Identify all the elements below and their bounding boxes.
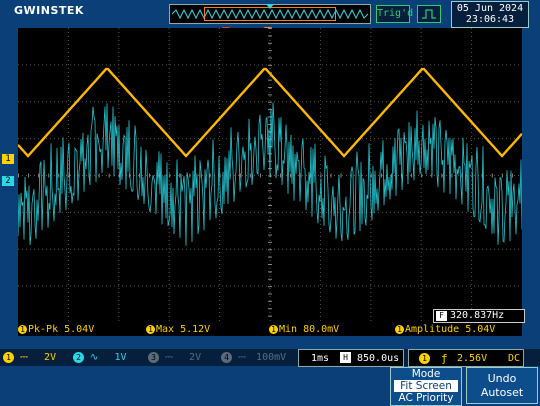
horizontal-position-icon: H bbox=[340, 352, 351, 363]
ch1-setting[interactable]: 1 ⎓ 2V bbox=[3, 351, 56, 364]
ch4-setting[interactable]: 4 ⎓ 100mV bbox=[221, 351, 286, 364]
measurement-pk-pk[interactable]: 1 Pk-Pk 5.04V bbox=[18, 323, 94, 336]
undo-autoset-button[interactable]: Undo Autoset bbox=[466, 367, 538, 404]
timebase-position: 850.0us bbox=[357, 353, 400, 364]
frequency-icon: F bbox=[436, 311, 447, 321]
measurement-label: Pk-Pk 5.04V bbox=[28, 324, 95, 335]
trigger-source-badge: 1 bbox=[419, 352, 430, 364]
timebase-setting[interactable]: 1ms H 850.0us bbox=[298, 349, 404, 367]
date: 05 Jun 2024 bbox=[456, 3, 524, 14]
dc-coupling-icon: ⎓ bbox=[165, 352, 174, 363]
date-time: 05 Jun 2024 23:06:43 bbox=[451, 1, 529, 28]
measurement-max[interactable]: 1 Max 5.12V bbox=[146, 323, 210, 336]
measurement-label: Amplitude 5.04V bbox=[405, 324, 496, 335]
memory-overview bbox=[169, 4, 371, 24]
ch3-setting[interactable]: 3 ⎓ 2V bbox=[148, 351, 201, 364]
trigger-setting[interactable]: 1 ƒ 2.56V DC bbox=[408, 349, 524, 367]
trigger-coupling: DC bbox=[508, 353, 521, 364]
frequency-value: 320.837Hz bbox=[450, 310, 505, 321]
measurement-label: Max 5.12V bbox=[156, 324, 211, 335]
ch3-scale: 2V bbox=[189, 352, 202, 363]
ch1-badge: 1 bbox=[269, 324, 278, 334]
ch1-badge: 1 bbox=[395, 324, 404, 334]
ch2-waveform bbox=[18, 102, 522, 246]
ch1-badge: 1 bbox=[146, 324, 155, 334]
autoset-label: Autoset bbox=[480, 386, 524, 399]
measurement-amplitude[interactable]: 1 Amplitude 5.04V bbox=[395, 323, 495, 336]
ch2-setting[interactable]: 2 ∿ 1V bbox=[73, 351, 127, 364]
brand-logo: GWINSTEK bbox=[14, 4, 84, 17]
ch4-badge: 4 bbox=[221, 351, 232, 363]
measurement-bar[interactable]: 1 Pk-Pk 5.04V 1 Max 5.12V 1 Min 80.0mV 1 Amp… bbox=[18, 323, 522, 336]
rising-edge-icon: ƒ bbox=[441, 352, 448, 365]
ch3-badge: 3 bbox=[148, 351, 159, 363]
mode-menu[interactable]: Mode Fit Screen AC Priority bbox=[390, 367, 462, 406]
ch2-ground-marker[interactable]: 2 bbox=[2, 176, 14, 186]
mode-ac-priority[interactable]: AC Priority bbox=[391, 392, 461, 404]
undo-label: Undo bbox=[487, 372, 517, 385]
time: 23:06:43 bbox=[465, 14, 515, 25]
trigger-level: 2.56V bbox=[457, 353, 488, 364]
frequency-readout: F 320.837Hz bbox=[433, 309, 525, 323]
edge-trigger-icon bbox=[417, 5, 441, 23]
ch1-scale: 2V bbox=[44, 352, 57, 363]
trigger-status: Trig'd bbox=[376, 5, 413, 23]
ch4-scale: 100mV bbox=[256, 352, 287, 363]
ch1-ground-marker[interactable]: 1 bbox=[2, 154, 14, 164]
mode-title: Mode bbox=[411, 368, 441, 380]
ch1-badge: 1 bbox=[18, 324, 27, 334]
trigger-source: 1 bbox=[419, 352, 430, 365]
measurement-min[interactable]: 1 Min 80.0mV bbox=[269, 323, 339, 336]
dc-coupling-icon: ⎓ bbox=[238, 352, 247, 363]
timebase-scale: 1ms bbox=[311, 353, 330, 364]
measurement-label: Min 80.0mV bbox=[279, 324, 340, 335]
mode-fit-screen[interactable]: Fit Screen bbox=[394, 380, 458, 392]
ch1-badge: 1 bbox=[3, 351, 14, 363]
dc-coupling-icon: ⎓ bbox=[20, 352, 29, 363]
ac-coupling-icon: ∿ bbox=[90, 352, 99, 363]
waveform-display[interactable] bbox=[18, 28, 522, 323]
top-bar: GWINSTEK Trig'd 05 Jun 2024 23:06:43 bbox=[0, 0, 540, 28]
waveforms bbox=[18, 67, 522, 246]
ch2-scale: 1V bbox=[114, 352, 127, 363]
ch2-badge: 2 bbox=[73, 351, 84, 363]
